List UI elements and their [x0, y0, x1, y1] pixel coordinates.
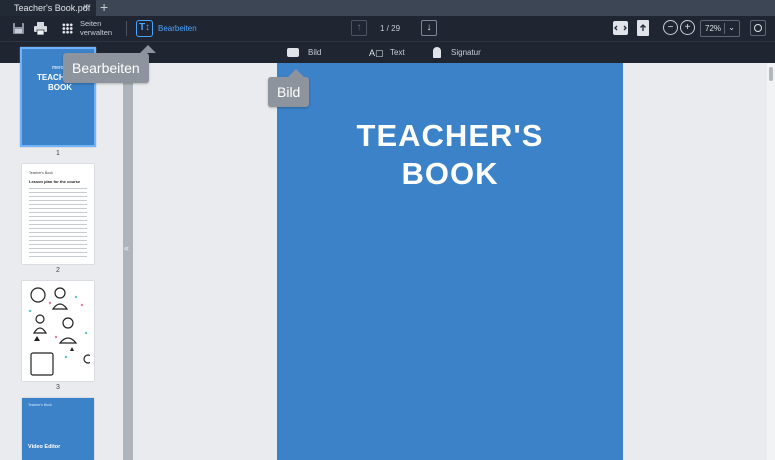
thumbnail-page-number: 2	[56, 267, 60, 274]
signature-label: Signatur	[451, 48, 481, 57]
toolbar-divider	[126, 21, 127, 36]
zoom-value: 72%	[705, 24, 722, 33]
document-title: TEACHER'S BOOK	[356, 118, 544, 191]
insert-image-button[interactable]: Bild	[287, 46, 321, 60]
zoom-select[interactable]: 72% ⌄	[700, 20, 740, 37]
main-toolbar: Seiten verwalten T↕ Bearbeiten ↑ 1 / 29 …	[0, 16, 775, 41]
image-tooltip: Bild	[268, 69, 310, 107]
next-page-icon[interactable]: ↓	[421, 20, 437, 36]
new-tab-icon[interactable]: +	[100, 0, 108, 15]
scrollbar-thumb[interactable]	[769, 67, 773, 81]
thumbnail-page-number: 1	[56, 150, 60, 157]
zoom-divider	[724, 23, 725, 34]
chevron-down-icon[interactable]: ⌄	[728, 23, 735, 32]
edit-button-label[interactable]: Bearbeiten	[158, 24, 197, 33]
edit-icon[interactable]: T↕	[136, 20, 153, 37]
thumbnail-header: Teacher's Book	[29, 171, 53, 175]
text-label: Text	[390, 48, 405, 58]
thumbnail-title: Video Editor	[28, 444, 61, 450]
previous-page-icon[interactable]: ↑	[351, 20, 367, 36]
presentation-icon[interactable]	[613, 21, 628, 35]
thumbnail-page-4[interactable]: Teacher's Book Video Editor	[22, 398, 94, 460]
image-label: Bild	[308, 48, 322, 57]
tab-title: Teacher's Book.pdf	[14, 3, 91, 13]
print-icon[interactable]	[32, 20, 49, 37]
image-icon	[287, 48, 299, 58]
pen-icon	[433, 47, 441, 59]
zoom-out-icon[interactable]: −	[663, 20, 678, 35]
search-icon[interactable]	[750, 20, 766, 36]
thumbnail-page-2[interactable]: Teacher's Book Lesson plan for the cours…	[22, 164, 94, 264]
export-icon[interactable]	[637, 20, 649, 36]
thumbnail-header: Teacher's Book	[28, 403, 52, 407]
document-tab[interactable]: Teacher's Book.pdf ×	[0, 0, 96, 16]
vertical-scrollbar[interactable]	[767, 63, 775, 460]
thumbnail-illustration	[28, 287, 90, 376]
insert-text-button[interactable]: A▢ Text	[369, 46, 405, 60]
grid-icon[interactable]	[59, 20, 76, 37]
thumbnail-title: Lesson plan for the course	[29, 179, 81, 184]
thumbnail-logo-text: mero	[52, 65, 64, 71]
edit-tooltip: Bearbeiten	[63, 45, 156, 83]
collapse-arrow-icon[interactable]: «	[124, 243, 129, 253]
save-icon[interactable]	[10, 20, 27, 37]
sidebar-collapse-handle[interactable]: «	[123, 63, 133, 460]
close-tab-icon[interactable]: ×	[83, 0, 89, 16]
manage-pages-button[interactable]: Seiten verwalten	[80, 19, 120, 37]
tab-bar: Teacher's Book.pdf × +	[0, 0, 775, 16]
insert-signature-button[interactable]: Signatur	[433, 46, 481, 60]
text-icon: A▢	[369, 48, 384, 58]
thumbnail-page-3[interactable]	[22, 281, 94, 381]
thumbnail-page-number: 3	[56, 384, 60, 391]
thumbnail-text-lines	[29, 188, 87, 258]
zoom-in-icon[interactable]: +	[680, 20, 695, 35]
page-indicator: 1 / 29	[380, 24, 401, 33]
document-page[interactable]: TEACHER'S BOOK	[277, 63, 623, 460]
